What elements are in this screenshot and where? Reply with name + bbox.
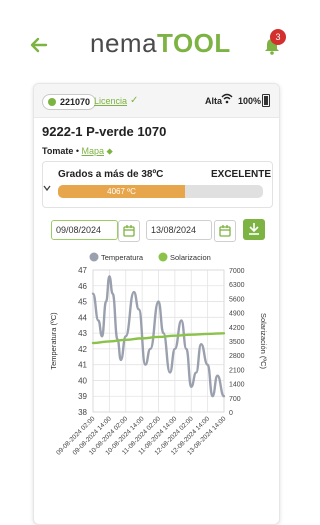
- y-right-tick-label: 2800: [229, 353, 245, 360]
- y-left-tick-label: 45: [78, 298, 87, 307]
- map-pin-icon[interactable]: ⬥: [107, 146, 113, 156]
- legend-label-solarizacion: Solarizacion: [170, 253, 211, 262]
- y-left-tick-label: 39: [78, 392, 87, 401]
- y-right-tick-label: 6300: [229, 282, 245, 289]
- battery-icon: [262, 94, 270, 107]
- arrow-left-icon[interactable]: [30, 36, 48, 54]
- y-left-tick-label: 46: [78, 282, 87, 291]
- legend-marker-temperatura: [89, 252, 99, 262]
- y-right-tick-label: 4200: [229, 325, 245, 332]
- device-id: 221070: [60, 97, 91, 107]
- y-right-tick-label: 700: [229, 396, 241, 403]
- date-to-input[interactable]: 13/08/2024: [146, 220, 212, 240]
- temperature-chart: Temperatura Solarizacion 38 39 40 41 42 43 44 45 4…: [49, 252, 268, 457]
- calendar-icon: [123, 225, 135, 237]
- separator: •: [73, 146, 82, 156]
- metric-status: EXCELENTE: [211, 169, 272, 180]
- y-right-tick-label: 2100: [229, 367, 245, 374]
- y-right-tick-label: 3500: [229, 339, 245, 346]
- y-left-axis-title: Temperatura (ºC): [49, 312, 58, 370]
- y-right-tick-label: 4900: [229, 311, 245, 318]
- device-card: 221070 Licencia ✓ Alta 100% 9222-1 P-ver…: [33, 83, 280, 525]
- y-left-tick-label: 38: [78, 408, 87, 417]
- legend-label-temperatura: Temperatura: [101, 253, 144, 262]
- metric-label: Grados a más de 38ºC: [58, 169, 164, 180]
- crop-label: Tomate: [42, 146, 74, 156]
- calendar-from-button[interactable]: [118, 220, 140, 242]
- device-name: 9222-1 P-verde 1070: [42, 124, 167, 139]
- y-left-tick-label: 40: [78, 376, 87, 385]
- app-logo: nemaTOOL: [90, 28, 231, 59]
- progress-value: 4067 ºC: [107, 187, 136, 196]
- y-left-tick-label: 43: [78, 329, 87, 338]
- device-id-pill: 221070: [42, 94, 97, 110]
- legend-marker-solarizacion: [158, 252, 168, 262]
- y-right-tick-label: 0: [229, 410, 233, 417]
- download-icon: [249, 223, 259, 235]
- licencia-link[interactable]: Licencia: [94, 96, 127, 106]
- download-button[interactable]: [243, 219, 265, 240]
- check-icon: ✓: [130, 95, 139, 106]
- calendar-to-button[interactable]: [214, 220, 236, 242]
- wifi-icon: [221, 93, 233, 104]
- battery-percent: 100%: [238, 96, 262, 106]
- device-header: 221070 Licencia ✓ Alta 100%: [34, 84, 279, 118]
- date-from-input[interactable]: 09/08/2024: [51, 220, 118, 240]
- progress-track: 4067 ºC: [58, 185, 263, 198]
- y-left-tick-label: 44: [78, 313, 87, 322]
- y-right-tick-label: 5600: [229, 296, 245, 303]
- status-dot: [48, 98, 56, 106]
- y-left-tick-label: 42: [78, 345, 87, 354]
- y-left-tick-label: 41: [78, 361, 87, 370]
- y-right-tick-label: 7000: [229, 268, 245, 275]
- signal-label: Alta: [205, 96, 223, 106]
- notification-badge: 3: [270, 29, 286, 45]
- logo-text-nema: nema: [90, 28, 158, 58]
- chevron-down-icon[interactable]: [42, 183, 52, 193]
- top-bar: nemaTOOL 3: [0, 0, 310, 70]
- y-right-axis-title: Solarización (ºC): [259, 313, 268, 370]
- map-link[interactable]: Mapa: [82, 146, 105, 156]
- y-right-tick-label: 1400: [229, 382, 245, 389]
- logo-text-tool: TOOL: [157, 28, 231, 58]
- y-left-tick-label: 47: [78, 266, 87, 275]
- device-subtitle: Tomate • Mapa ⬥: [42, 146, 113, 157]
- calendar-icon: [219, 225, 231, 237]
